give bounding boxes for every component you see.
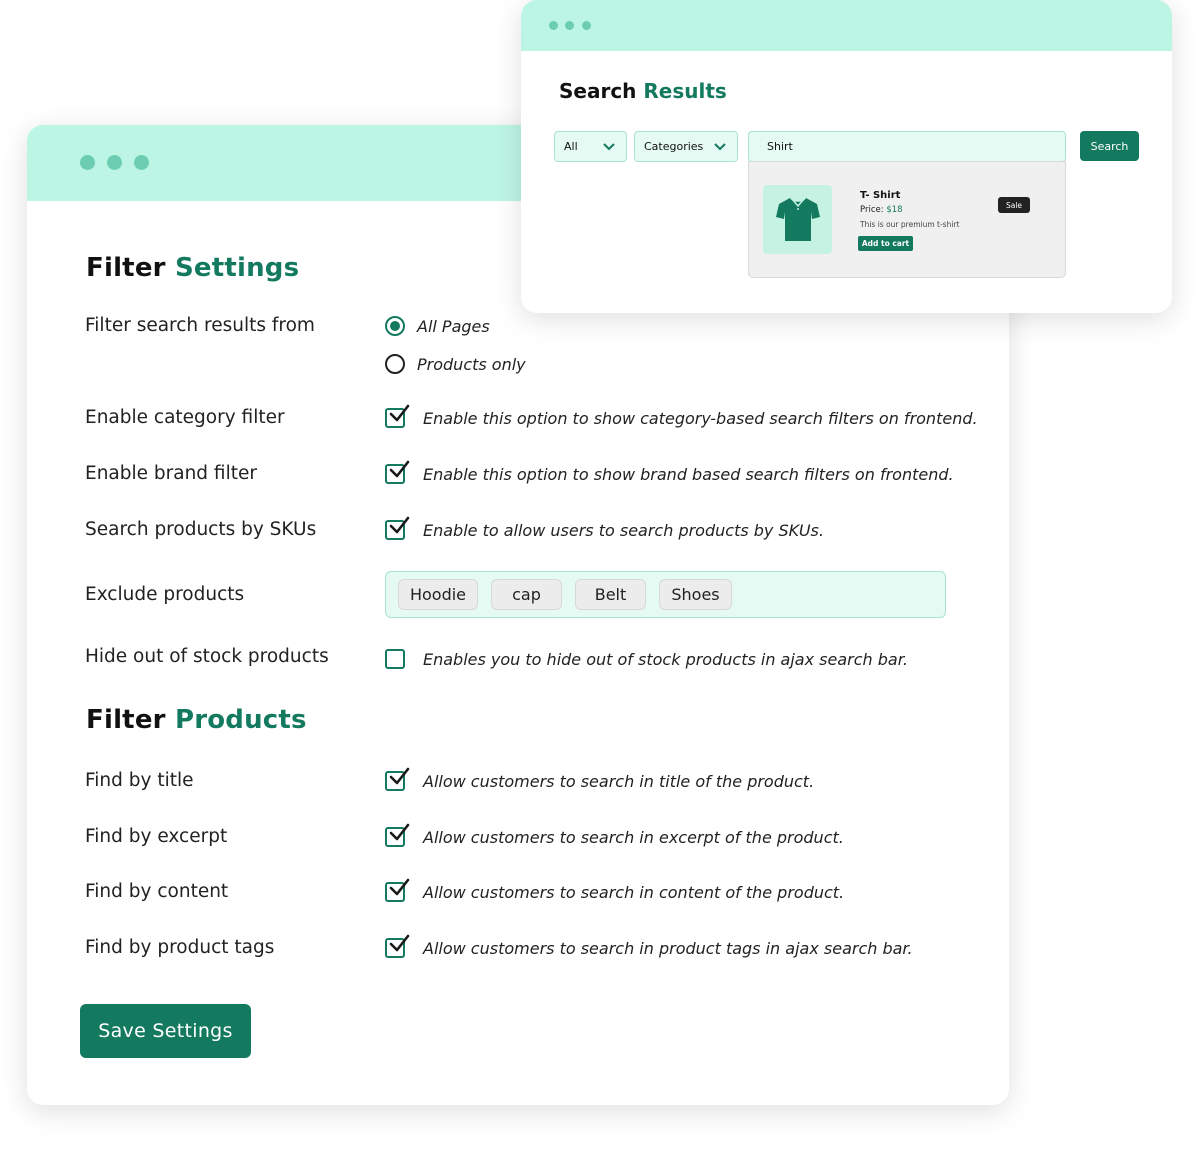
find-by-tags-option: Allow customers to search in product tag… xyxy=(385,934,913,958)
search-button[interactable]: Search xyxy=(1080,131,1139,161)
exclude-products-tag-input[interactable]: Hoodie cap Belt Shoes xyxy=(385,571,946,618)
find-by-tags-checkbox[interactable] xyxy=(385,934,410,958)
hide-out-of-stock-option: Enables you to hide out of stock product… xyxy=(385,649,908,669)
add-to-cart-button[interactable]: Add to cart xyxy=(858,236,913,251)
search-results-window: Search Results All Categories Shirt Sear… xyxy=(521,0,1172,313)
window-dot xyxy=(582,21,591,30)
scope-select-value: All xyxy=(564,140,578,153)
radio-button[interactable] xyxy=(385,354,405,374)
radio-all-pages[interactable]: All Pages xyxy=(385,316,490,336)
window-dot xyxy=(134,155,149,170)
scope-select[interactable]: All xyxy=(554,131,627,162)
find-by-content-option: Allow customers to search in content of … xyxy=(385,878,844,902)
sale-badge: Sale xyxy=(998,197,1030,213)
sku-search-option: Enable to allow users to search products… xyxy=(385,516,824,540)
find-by-tags-label: Find by product tags xyxy=(85,937,275,958)
hide-out-of-stock-checkbox[interactable] xyxy=(385,649,405,669)
exclude-products-label: Exclude products xyxy=(85,584,245,605)
category-filter-option: Enable this option to show category-base… xyxy=(385,404,978,428)
radio-button-selected[interactable] xyxy=(385,316,405,336)
window-dot xyxy=(80,155,95,170)
search-results-title: Search Results xyxy=(559,79,727,103)
window-titlebar xyxy=(521,0,1172,51)
checkmark-icon xyxy=(389,823,410,841)
filter-products-title: Filter Products xyxy=(86,705,307,735)
tag-shoes[interactable]: Shoes xyxy=(659,579,732,610)
checkmark-icon xyxy=(389,404,410,422)
brand-filter-label: Enable brand filter xyxy=(85,463,257,484)
tshirt-icon xyxy=(776,198,820,241)
tag-cap[interactable]: cap xyxy=(491,579,562,610)
brand-filter-option: Enable this option to show brand based s… xyxy=(385,460,954,484)
radio-products-only[interactable]: Products only xyxy=(385,354,526,374)
product-price: Price: $18 xyxy=(860,205,903,215)
checkmark-icon xyxy=(389,516,410,534)
window-dot xyxy=(107,155,122,170)
product-thumbnail[interactable] xyxy=(763,185,832,254)
chevron-down-icon xyxy=(603,143,615,151)
filter-settings-title: Filter Settings xyxy=(86,253,300,283)
find-by-title-option: Allow customers to search in title of th… xyxy=(385,767,814,791)
chevron-down-icon xyxy=(714,143,726,151)
save-settings-button[interactable]: Save Settings xyxy=(80,1004,251,1058)
find-by-content-checkbox[interactable] xyxy=(385,878,410,902)
search-query-text: Shirt xyxy=(767,140,793,153)
window-dot xyxy=(565,21,574,30)
find-by-excerpt-option: Allow customers to search in excerpt of … xyxy=(385,823,844,847)
brand-filter-checkbox[interactable] xyxy=(385,460,410,484)
checkmark-icon xyxy=(389,767,410,785)
search-from-label: Filter search results from xyxy=(85,315,315,336)
find-by-title-checkbox[interactable] xyxy=(385,767,410,791)
search-input[interactable]: Shirt xyxy=(748,131,1066,162)
checkmark-icon xyxy=(389,878,410,896)
checkmark-icon xyxy=(389,460,410,478)
find-by-content-label: Find by content xyxy=(85,881,229,902)
sku-search-checkbox[interactable] xyxy=(385,516,410,540)
find-by-title-label: Find by title xyxy=(85,770,194,791)
category-filter-checkbox[interactable] xyxy=(385,404,410,428)
category-select[interactable]: Categories xyxy=(634,131,738,162)
hide-out-of-stock-label: Hide out of stock products xyxy=(85,646,329,667)
product-name[interactable]: T- Shirt xyxy=(860,190,900,201)
product-description: This is our premium t-shirt xyxy=(860,220,960,229)
tag-belt[interactable]: Belt xyxy=(575,579,646,610)
sku-search-label: Search products by SKUs xyxy=(85,519,317,540)
window-dot xyxy=(549,21,558,30)
checkmark-icon xyxy=(389,934,410,952)
find-by-excerpt-label: Find by excerpt xyxy=(85,826,228,847)
category-filter-label: Enable category filter xyxy=(85,407,285,428)
search-result-card[interactable]: T- Shirt Price: $18 This is our premium … xyxy=(748,161,1066,278)
category-select-value: Categories xyxy=(644,140,704,153)
tag-hoodie[interactable]: Hoodie xyxy=(398,579,478,610)
find-by-excerpt-checkbox[interactable] xyxy=(385,823,410,847)
